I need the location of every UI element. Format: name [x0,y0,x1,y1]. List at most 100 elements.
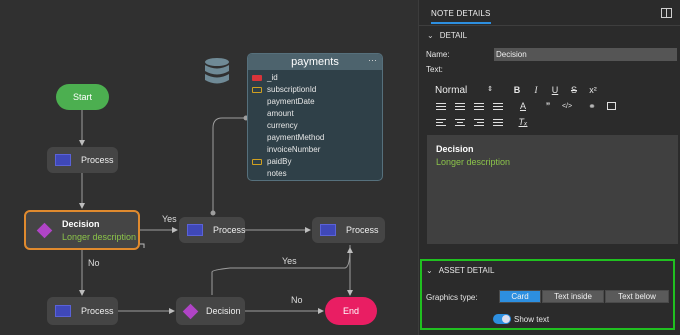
table-field[interactable]: paymentDate [248,96,382,108]
name-input[interactable] [494,48,677,61]
outdent-icon[interactable] [473,100,485,112]
edge-label-yes: Yes [162,214,177,224]
decision-icon [36,222,53,238]
decision-label: Decision [206,306,241,316]
tab-note-details[interactable]: NOTE DETAILS [431,9,491,24]
decision-node-selected[interactable]: Decision Longer description [24,210,140,250]
blockquote-icon[interactable]: ” [542,100,554,112]
table-field[interactable]: paymentMethod [248,132,382,144]
show-text-label: Show text [514,315,550,324]
field-name: currency [267,121,298,130]
field-name: notes [267,169,287,178]
foreign-key-icon [252,87,262,93]
link-icon[interactable]: ⚭ [586,100,598,112]
detail-section-header[interactable]: ⌄ DETAIL [427,31,467,40]
format-select[interactable]: Normal ⇕ [435,85,493,96]
field-name: _id [267,73,278,82]
start-node[interactable]: Start [56,84,109,110]
field-name: amount [267,109,294,118]
editor-description: Longer description [436,157,511,167]
select-arrows-icon: ⇕ [487,85,493,93]
align-right-icon[interactable] [473,116,485,128]
end-node[interactable]: End [325,297,377,325]
table-field[interactable]: _id [248,72,382,84]
table-field[interactable]: invoiceNumber [248,144,382,156]
field-name: paymentDate [267,97,315,106]
process-node[interactable]: Process [47,147,118,173]
decision-description: Longer description [62,231,137,242]
process-icon [55,154,71,166]
strikethrough-icon[interactable]: S [568,84,580,96]
graphics-type-label: Graphics type: [426,293,478,302]
decision-title: Decision [62,218,100,229]
field-name: subscriptionId [267,85,317,94]
foreign-key-icon [252,159,262,165]
edge-label-no: No [88,258,100,268]
process-node[interactable]: Process [47,297,118,325]
link-process-table [212,117,247,213]
table-header: payments ··· [248,54,382,70]
bold-icon[interactable]: B [511,84,523,96]
indent-icon[interactable] [492,100,504,112]
table-name: payments [291,56,339,68]
chevron-down-icon: ⌄ [427,31,434,40]
database-icon[interactable] [203,57,231,89]
clear-format-icon[interactable]: Tₓ [517,116,529,128]
panel-header: NOTE DETAILS [419,0,680,26]
asset-detail-section-header[interactable]: ⌄ ASSET DETAIL [426,266,494,275]
table-field[interactable]: notes [248,168,382,180]
process-label: Process [213,225,246,235]
field-name: paymentMethod [267,133,325,142]
ordered-list-icon[interactable] [435,100,447,112]
superscript-icon[interactable]: x² [587,84,599,96]
process-label: Process [81,306,114,316]
field-name: paidBy [267,157,292,166]
process-label: Process [81,155,114,165]
edge-label-no: No [291,295,303,305]
process-icon [320,224,336,236]
graphics-option-text-inside[interactable]: Text inside [542,290,604,303]
show-text-toggle[interactable] [493,314,511,324]
chevron-down-icon: ⌄ [426,266,433,275]
format-value: Normal [435,84,468,96]
graphics-option-card[interactable]: Card [499,290,541,303]
diagram-canvas[interactable]: Start Process Decision Longer descriptio… [0,0,418,335]
align-center-icon[interactable] [454,116,466,128]
table-more-icon[interactable]: ··· [368,54,377,68]
process-node[interactable]: Process [312,217,385,243]
option-label: Text below [618,292,656,301]
text-color-icon[interactable]: A [517,100,529,112]
table-field[interactable]: subscriptionId [248,84,382,96]
link-decision-process-yes2 [211,247,353,295]
italic-icon[interactable]: I [530,84,542,96]
align-justify-icon[interactable] [492,116,504,128]
end-label: End [342,306,359,316]
process-icon [187,224,203,236]
text-editor[interactable]: Decision Longer description [427,135,678,244]
panel-layout-icon[interactable] [661,8,672,18]
text-label: Text: [426,65,443,74]
bullet-list-icon[interactable] [454,100,466,112]
primary-key-icon [252,75,262,81]
payments-table-card[interactable]: payments ··· _id subscriptionId paymentD… [247,53,383,181]
edge-label-yes: Yes [282,256,297,266]
decision-node[interactable]: Decision [176,297,245,325]
detail-header-label: DETAIL [439,31,468,40]
table-field[interactable]: paidBy [248,156,382,168]
start-label: Start [72,92,92,102]
option-label: Card [511,292,529,301]
align-left-icon[interactable] [435,116,447,128]
graphics-option-text-below[interactable]: Text below [605,290,669,303]
option-label: Text inside [554,292,592,301]
underline-icon[interactable]: U [549,84,561,96]
editor-title: Decision [436,144,474,154]
table-field[interactable]: currency [248,120,382,132]
decision-icon [182,303,199,319]
process-icon [55,305,71,317]
code-icon[interactable]: </> [561,100,573,112]
image-icon[interactable] [605,100,617,112]
table-field[interactable]: amount [248,108,382,120]
process-node[interactable]: Process [179,217,246,243]
field-name: invoiceNumber [267,145,321,154]
process-label: Process [346,225,379,235]
